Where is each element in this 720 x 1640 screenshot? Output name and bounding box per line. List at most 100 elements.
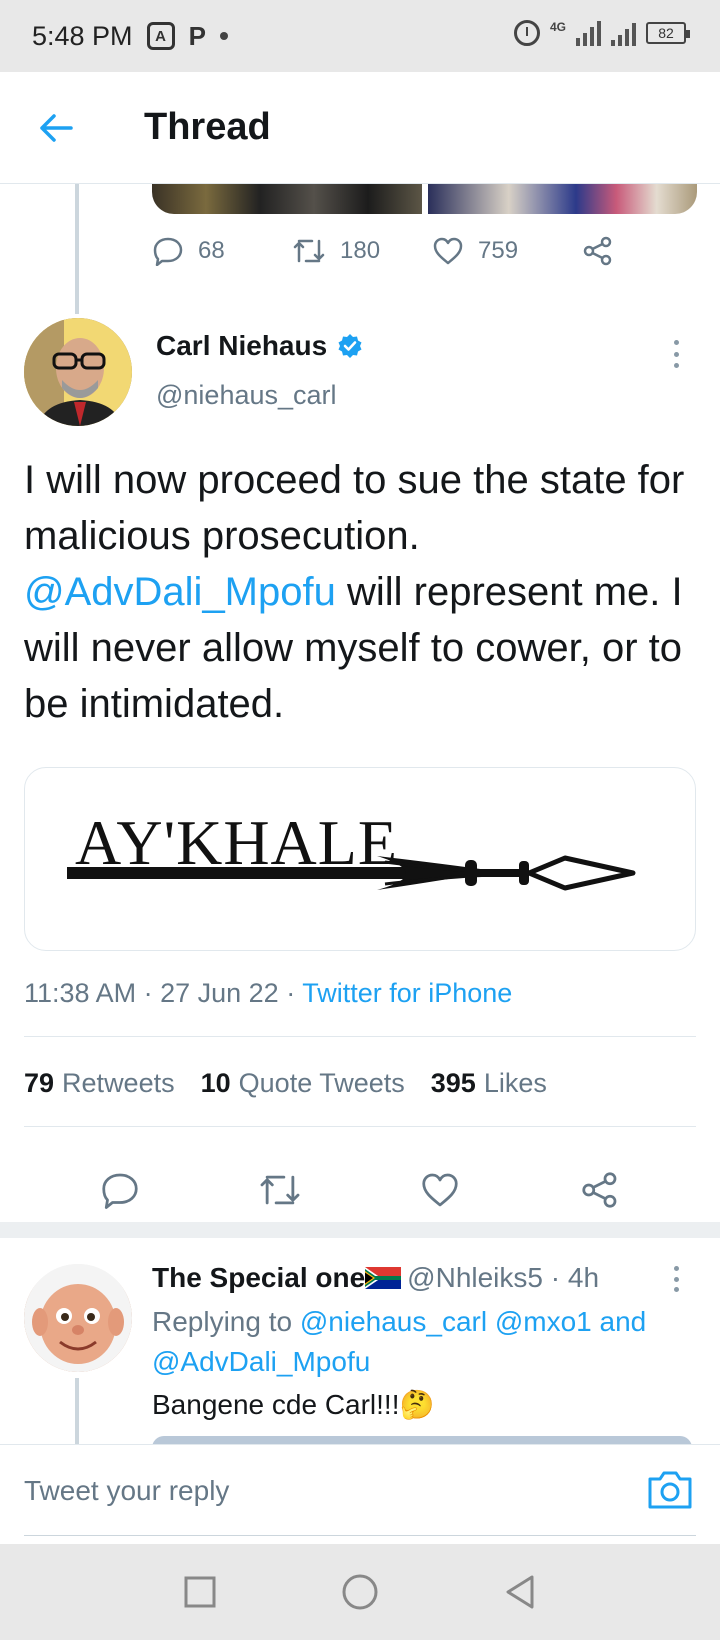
alarm-icon xyxy=(513,20,540,46)
back-arrow-icon xyxy=(40,113,73,142)
app-notification-icon: A xyxy=(146,22,175,50)
retweet-icon xyxy=(260,1175,300,1205)
signal-icon xyxy=(576,20,601,46)
reply-icon xyxy=(153,237,183,266)
tweet-source-link[interactable]: Twitter for iPhone xyxy=(302,978,512,1008)
author-avatar[interactable] xyxy=(24,318,132,426)
author-name-text: Carl Niehaus xyxy=(156,330,328,361)
tweet-meta: 11:38 AM · 27 Jun 22 · Twitter for iPhon… xyxy=(24,978,513,1008)
divider xyxy=(24,1036,696,1037)
quote-label: Quote Tweets xyxy=(238,1068,405,1098)
parking-notification-icon: P xyxy=(188,20,206,51)
reply-icon xyxy=(102,1173,138,1209)
page-title: Thread xyxy=(144,106,271,148)
reply-author-avatar[interactable] xyxy=(24,1264,132,1372)
reply-button[interactable]: 68 xyxy=(152,236,292,266)
quote-count: 10 xyxy=(200,1068,231,1098)
reply-composer: Tweet your reply xyxy=(0,1444,720,1544)
more-dot xyxy=(673,351,679,357)
more-notifications-icon xyxy=(219,32,228,40)
thread-line xyxy=(75,1378,79,1448)
replying-mentions-link[interactable]: @niehaus_carl @mxo1 xyxy=(300,1306,592,1337)
avatar-image xyxy=(24,318,132,426)
retweet-icon xyxy=(293,239,325,263)
likes-count: 395 xyxy=(430,1068,476,1098)
section-separator xyxy=(0,1222,720,1238)
mention-link[interactable]: @AdvDali_Mpofu xyxy=(24,570,336,614)
more-dot xyxy=(673,1266,679,1271)
like-button[interactable]: 759 xyxy=(432,236,582,266)
tweet-stats: 79 Retweets 10 Quote Tweets 395 Likes xyxy=(24,1068,547,1099)
replying-and[interactable]: and xyxy=(600,1306,647,1337)
tweet-text-part: I will now proceed to sue the state for … xyxy=(24,458,685,558)
reply-more-options-button[interactable] xyxy=(666,1264,686,1294)
media-image[interactable] xyxy=(152,184,422,214)
share-icon xyxy=(582,1172,617,1208)
verified-badge-icon xyxy=(338,334,362,358)
likes-stat[interactable]: 395 Likes xyxy=(431,1068,547,1099)
more-options-button[interactable] xyxy=(666,336,686,372)
spear-icon xyxy=(67,855,636,891)
replying-to: Replying to @niehaus_carl @mxo1 and @Adv… xyxy=(152,1302,692,1382)
like-count: 759 xyxy=(478,237,519,264)
more-dot xyxy=(673,340,679,345)
reply-age: 4h xyxy=(567,1262,600,1293)
more-dot xyxy=(673,363,679,368)
system-navigation-bar xyxy=(0,1544,720,1640)
status-time: 5:48 PM xyxy=(32,20,133,51)
reply-input[interactable]: Tweet your reply xyxy=(24,1475,229,1507)
reply-count: 68 xyxy=(198,237,225,264)
app-header: Thread xyxy=(0,72,720,184)
recents-button[interactable] xyxy=(180,1572,220,1612)
retweets-stat[interactable]: 79 Retweets xyxy=(24,1068,175,1099)
author-handle[interactable]: @niehaus_carl xyxy=(156,380,337,411)
reply-button[interactable] xyxy=(90,1160,150,1220)
thread-line xyxy=(75,184,79,314)
author-name[interactable]: Carl Niehaus xyxy=(156,330,363,362)
back-button[interactable] xyxy=(26,98,86,158)
back-nav-button[interactable] xyxy=(500,1572,540,1612)
share-button[interactable] xyxy=(570,1160,630,1220)
avatar-image xyxy=(24,1264,132,1372)
tweet-text: I will now proceed to sue the state for … xyxy=(24,452,694,732)
reply-author-handle[interactable]: @Nhleiks5 xyxy=(407,1262,543,1293)
retweet-button[interactable]: 180 xyxy=(292,237,432,265)
retweets-label: Retweets xyxy=(62,1068,175,1098)
share-button[interactable] xyxy=(582,236,614,266)
home-circle-icon xyxy=(342,1574,378,1610)
previous-tweet-actions: 68 180 759 xyxy=(152,236,632,266)
share-icon xyxy=(583,236,612,266)
home-button[interactable] xyxy=(340,1572,380,1612)
replying-last-mention-link[interactable]: @AdvDali_Mpofu xyxy=(152,1346,370,1377)
camera-button[interactable] xyxy=(646,1467,694,1511)
tweet-actions-bar xyxy=(0,1150,720,1230)
tweet-date: 27 Jun 22 xyxy=(160,978,279,1008)
tweet-time: 11:38 AM xyxy=(24,978,137,1008)
signal-icon-2 xyxy=(611,20,636,46)
camera-icon xyxy=(648,1471,692,1509)
retweet-count: 180 xyxy=(340,237,381,264)
like-button[interactable] xyxy=(410,1160,470,1220)
south-africa-flag-icon xyxy=(365,1267,402,1289)
more-dot xyxy=(673,1276,679,1282)
recents-square-icon xyxy=(184,1576,216,1608)
divider xyxy=(24,1126,696,1127)
replying-label: Replying to xyxy=(152,1306,293,1337)
more-dot xyxy=(673,1287,679,1292)
tweet-media-card[interactable]: AY'KHALE xyxy=(24,767,696,951)
status-bar: 5:48 PM A P 4G 82 xyxy=(0,0,720,72)
heart-icon xyxy=(422,1173,458,1207)
previous-tweet-media[interactable] xyxy=(152,184,697,214)
back-triangle-icon xyxy=(506,1575,534,1609)
reply-header: The Special one @Nhleiks5 · 4h xyxy=(152,1262,600,1293)
quote-tweets-stat[interactable]: 10 Quote Tweets xyxy=(201,1068,405,1099)
battery-icon: 82 xyxy=(646,22,690,44)
likes-label: Likes xyxy=(483,1068,547,1098)
retweets-count: 79 xyxy=(24,1068,55,1098)
retweet-button[interactable] xyxy=(250,1160,310,1220)
reply-text: Bangene cde Carl!!!🤔 xyxy=(152,1389,435,1420)
composer-underline xyxy=(24,1535,696,1536)
reply-author-name[interactable]: The Special one xyxy=(152,1262,365,1293)
media-image[interactable] xyxy=(427,184,697,214)
network-type: 4G xyxy=(549,20,566,34)
